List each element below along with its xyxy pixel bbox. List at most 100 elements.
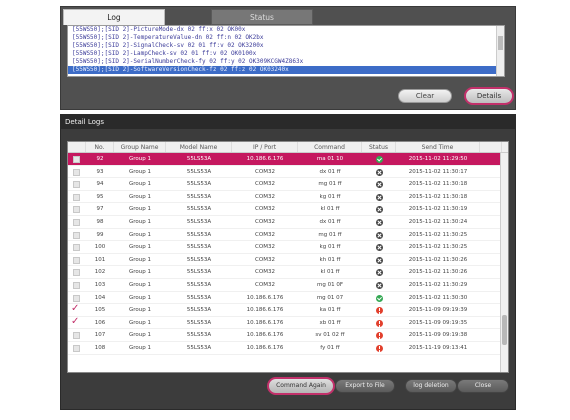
checkmark-icon: ✓: [71, 316, 80, 327]
row-checkbox[interactable]: [68, 342, 86, 354]
row-send-time: 2015-11-02 11:30:25: [408, 244, 468, 251]
column-header-ip[interactable]: IP / Port: [232, 142, 298, 152]
row-send-time: 2015-11-09 09:19:35: [408, 319, 468, 326]
details-button[interactable]: Details: [464, 87, 514, 105]
table-row[interactable]: 92 Group 1 55LS53A 10.186.6.176 ma 01 10 2015…: [68, 153, 508, 166]
row-command: ma 01 10: [316, 156, 344, 162]
table-row[interactable]: 104 Group 1 55LS53A 10.186.6.176 mg 01 07 201…: [68, 292, 508, 305]
row-command: mg 01 ff: [318, 181, 342, 188]
row-checkbox[interactable]: [68, 266, 86, 278]
error-exclamation-icon: [375, 307, 383, 315]
row-checkbox[interactable]: [68, 292, 86, 304]
table-row[interactable]: 93 Group 1 55LS53A COM32 dx 01 ff 2015-11-02 …: [68, 166, 508, 179]
row-checkbox[interactable]: [68, 216, 86, 228]
row-checkbox[interactable]: [68, 166, 86, 178]
success-check-icon: [375, 156, 383, 163]
table-row[interactable]: 103 Group 1 55LS53A COM32 mg 01 0F 2015-11-02…: [68, 279, 508, 292]
checkbox-icon: [73, 156, 80, 163]
row-checkbox[interactable]: [68, 191, 86, 203]
row-checkbox[interactable]: ✓: [68, 317, 86, 329]
row-command: mg 01 0F: [316, 281, 343, 288]
row-send-time: 2015-11-02 11:30:18: [408, 193, 468, 200]
row-status: [362, 317, 396, 329]
detail-logs-panel: Detail Logs No. Group Name Model Name IP…: [60, 114, 516, 410]
row-group-name: Group 1: [129, 231, 151, 238]
failed-x-icon: [375, 218, 383, 226]
row-model-name: 55LS53A: [186, 319, 212, 326]
row-command: dx 01 ff: [319, 218, 341, 225]
row-number: 106: [94, 319, 106, 326]
table-scroll-thumb[interactable]: [502, 315, 507, 345]
row-checkbox[interactable]: [68, 229, 86, 241]
tab-status[interactable]: Status: [211, 9, 313, 25]
row-checkbox[interactable]: [68, 153, 86, 165]
row-group-name: Group 1: [129, 281, 151, 288]
table-row[interactable]: ✓ 106 Group 1 55LS53A 10.186.6.176 xb 01 ff 20…: [68, 317, 508, 330]
table-scrollbar[interactable]: [500, 153, 508, 372]
table-header: No. Group Name Model Name IP / Port Comm…: [68, 142, 508, 153]
table-row[interactable]: 107 Group 1 55LS53A 10.186.6.176 sv 01 02 ff…: [68, 329, 508, 342]
table-row[interactable]: 95 Group 1 55LS53A COM32 kg 01 ff 2015-11-02 …: [68, 191, 508, 204]
column-header-command[interactable]: Command: [298, 142, 362, 152]
row-command: kl 01 ff: [320, 269, 340, 276]
table-row[interactable]: 100 Group 1 55LS53A COM32 kg 01 ff 2015-11-02…: [68, 241, 508, 254]
table-body: 92 Group 1 55LS53A 10.186.6.176 ma 01 10 2015…: [68, 153, 508, 355]
column-header-status[interactable]: Status: [362, 142, 396, 152]
failed-x-icon: [375, 193, 383, 201]
row-number: 97: [96, 206, 104, 213]
column-header-select[interactable]: [68, 142, 86, 152]
table-row[interactable]: 97 Group 1 55LS53A COM32 kl 01 ff 2015-11-02 …: [68, 203, 508, 216]
row-model-name: 55LS53A: [186, 231, 212, 238]
table-row[interactable]: 99 Group 1 55LS53A COM32 mg 01 ff 2015-11-02 …: [68, 229, 508, 242]
command-again-button[interactable]: Command Again: [267, 377, 335, 395]
row-checkbox[interactable]: [68, 178, 86, 190]
failed-x-icon: [375, 181, 383, 189]
table-row[interactable]: 94 Group 1 55LS53A COM32 mg 01 ff 2015-11-02 …: [68, 178, 508, 191]
row-number: 94: [96, 181, 104, 188]
row-checkbox[interactable]: [68, 279, 86, 291]
log-line: [55WS50];[SID 2]-LampCheck-sv 02 01 ff:v…: [72, 50, 257, 57]
row-command: mg 01 07: [316, 294, 344, 301]
row-status: [362, 153, 396, 165]
row-spacer: [480, 317, 502, 329]
checkbox-icon: [73, 281, 80, 289]
row-status: [362, 241, 396, 253]
column-header-model[interactable]: Model Name: [166, 142, 232, 152]
column-header-no[interactable]: No.: [86, 142, 114, 152]
column-header-group[interactable]: Group Name: [114, 142, 166, 152]
tab-log[interactable]: Log: [63, 9, 165, 25]
row-model-name: 55LS53A: [186, 218, 212, 225]
row-status: [362, 254, 396, 266]
table-row[interactable]: 101 Group 1 55LS53A COM32 kh 01 ff 2015-11-02…: [68, 254, 508, 267]
column-header-send-time[interactable]: Send Time: [396, 142, 480, 152]
row-checkbox[interactable]: [68, 203, 86, 215]
clear-button[interactable]: Clear: [398, 89, 452, 103]
error-exclamation-icon: [375, 332, 383, 340]
row-command: xb 01 ff: [319, 319, 341, 326]
log-scroll-thumb[interactable]: [498, 36, 503, 50]
row-ip-port: COM32: [255, 269, 275, 276]
failed-x-icon: [375, 206, 383, 214]
table-row[interactable]: 98 Group 1 55LS53A COM32 dx 01 ff 2015-11-02 …: [68, 216, 508, 229]
row-status: [362, 292, 396, 304]
log-scrollbar[interactable]: [496, 26, 504, 76]
log-output[interactable]: [55WS50];[SID 2]-PictureMode-dx 02 ff:x …: [67, 25, 505, 77]
table-row[interactable]: 108 Group 1 55LS53A 10.186.6.176 fy 01 ff 201…: [68, 342, 508, 355]
export-to-file-button[interactable]: Export to File: [335, 379, 395, 393]
row-command: mg 01 ff: [318, 231, 342, 238]
row-checkbox[interactable]: [68, 329, 86, 341]
row-group-name: Group 1: [129, 256, 151, 263]
row-command: kl 01 ff: [320, 206, 340, 213]
log-line-selected[interactable]: [55WS50];[SID 2]-SoftwareVersionCheck-fz…: [68, 66, 504, 74]
close-button[interactable]: Close: [457, 379, 509, 393]
log-deletion-button[interactable]: log deletion: [405, 379, 457, 393]
table-row[interactable]: ✓ 105 Group 1 55LS53A 10.186.6.176 ka 01 ff 20…: [68, 304, 508, 317]
row-number: 107: [94, 332, 106, 339]
table-row[interactable]: 102 Group 1 55LS53A COM32 kl 01 ff 2015-11-02…: [68, 266, 508, 279]
row-group-name: Group 1: [129, 244, 151, 251]
row-checkbox[interactable]: [68, 241, 86, 253]
row-checkbox[interactable]: [68, 254, 86, 266]
row-model-name: 55LS53A: [186, 269, 212, 276]
row-checkbox[interactable]: ✓: [68, 304, 86, 316]
row-ip-port: 10.186.6.176: [246, 319, 284, 326]
